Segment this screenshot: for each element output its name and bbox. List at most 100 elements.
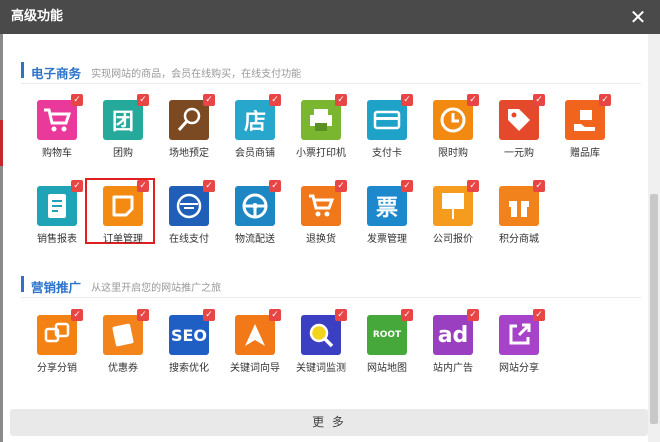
checkmark-icon[interactable]: ✓ [269, 180, 281, 192]
feature-item[interactable]: ✓ 小票打印机 [285, 94, 351, 159]
feature-label: 物流配送 [235, 234, 275, 245]
wheel-icon [235, 186, 275, 226]
checkmark-icon[interactable]: ✓ [401, 309, 413, 321]
feature-label: 购物车 [42, 148, 72, 159]
section-title: 营销推广 [31, 280, 82, 295]
feature-label: 支付卡 [372, 148, 402, 159]
checkmark-icon[interactable]: ✓ [71, 180, 83, 192]
printer-icon [301, 100, 341, 140]
checkmark-icon[interactable]: ✓ [467, 309, 479, 321]
checkmark-icon[interactable]: ✓ [203, 180, 215, 192]
feature-item[interactable]: ad ✓ 站内广告 [417, 309, 483, 374]
feature-label: 网站地图 [367, 363, 407, 374]
shop-icon: 店 [235, 100, 275, 140]
sitemap-icon: ROOT [367, 315, 407, 355]
checkmark-icon[interactable]: ✓ [137, 309, 149, 321]
feature-label: 分享分销 [37, 363, 77, 374]
feature-item[interactable]: ✓ 物流配送 [219, 180, 285, 245]
checkmark-icon[interactable]: ✓ [269, 309, 281, 321]
feature-item[interactable]: ✓ 购物车 [21, 94, 87, 159]
feature-item[interactable]: ✓ 支付卡 [351, 94, 417, 159]
checkmark-icon[interactable]: ✓ [335, 94, 347, 106]
feature-label: 赠品库 [570, 148, 600, 159]
feature-label: 优惠券 [108, 363, 138, 374]
feature-item[interactable]: ✓ 分享分销 [21, 309, 87, 374]
share-dist-icon [37, 315, 77, 355]
feature-label: 销售报表 [37, 234, 77, 245]
section-title: 电子商务 [31, 66, 82, 81]
feature-item[interactable]: ✓ 积分商城 [483, 180, 549, 245]
feature-label: 限时购 [438, 148, 468, 159]
checkmark-icon[interactable]: ✓ [335, 309, 347, 321]
feature-item[interactable]: ✓ 关键词向导 [219, 309, 285, 374]
feature-item[interactable]: ✓ 退换货 [285, 180, 351, 245]
share-icon [499, 315, 539, 355]
checkmark-icon[interactable]: ✓ [401, 94, 413, 106]
feature-item[interactable]: ✓ 赠品库 [549, 94, 615, 159]
feature-item[interactable]: 店 ✓ 会员商铺 [219, 94, 285, 159]
checkmark-icon[interactable]: ✓ [467, 94, 479, 106]
feature-label: 关键词监测 [296, 363, 346, 374]
checkmark-icon[interactable]: ✓ [203, 309, 215, 321]
checkmark-icon[interactable]: ✓ [533, 180, 545, 192]
arrow-nav-icon [235, 315, 275, 355]
dialog-content: 电子商务 实现网站的商品，会员在线购买，在线支付功能 营销推广 从这里开启您的网… [3, 34, 648, 442]
tag-icon [499, 100, 539, 140]
card-icon [367, 100, 407, 140]
quote-icon [433, 186, 473, 226]
feature-item[interactable]: ✓ 关键词监测 [285, 309, 351, 374]
feature-item[interactable]: ROOT ✓ 网站地图 [351, 309, 417, 374]
checkmark-icon[interactable]: ✓ [269, 94, 281, 106]
feature-item[interactable]: 团 ✓ 团购 [87, 94, 153, 159]
scroll-thumb[interactable] [650, 194, 658, 424]
clock-icon [433, 100, 473, 140]
checkmark-icon[interactable]: ✓ [467, 180, 479, 192]
scroll-up-arrow[interactable] [648, 34, 660, 50]
feature-item[interactable]: ✓ 网站分享 [483, 309, 549, 374]
gift-hand-icon [565, 100, 605, 140]
feature-item[interactable]: ✓ 订单管理 [85, 178, 155, 245]
report-icon [37, 186, 77, 226]
feature-item[interactable]: ✓ 优惠券 [87, 309, 153, 374]
more-button[interactable]: 更 多 [10, 409, 648, 436]
feature-label: 团购 [113, 148, 133, 159]
magnifier-icon [301, 315, 341, 355]
venue-icon [169, 100, 209, 140]
feature-item[interactable]: SEO ✓ 搜索优化 [153, 309, 219, 374]
feature-item[interactable]: ✓ 公司报价 [417, 180, 483, 245]
dialog-titlebar: 高级功能 ✕ [0, 0, 660, 34]
feature-item[interactable]: ✓ 限时购 [417, 94, 483, 159]
checkmark-icon[interactable]: ✓ [71, 309, 83, 321]
feature-label: 一元购 [504, 148, 534, 159]
checkmark-icon[interactable]: ✓ [533, 94, 545, 106]
invoice-icon: 票 [367, 186, 407, 226]
feature-label: 退换货 [306, 234, 336, 245]
checkmark-icon[interactable]: ✓ [533, 309, 545, 321]
return-cart-icon [301, 186, 341, 226]
feature-item[interactable]: 票 ✓ 发票管理 [351, 180, 417, 245]
checkmark-icon[interactable]: ✓ [71, 94, 83, 106]
checkmark-icon[interactable]: ✓ [335, 180, 347, 192]
feature-label: 场地预定 [169, 148, 209, 159]
feature-label: 公司报价 [433, 234, 473, 245]
feature-label: 搜索优化 [169, 363, 209, 374]
checkmark-icon[interactable]: ✓ [599, 94, 611, 106]
order-icon [103, 186, 143, 226]
checkmark-icon[interactable]: ✓ [137, 180, 149, 192]
checkmark-icon[interactable]: ✓ [137, 94, 149, 106]
ad-icon: ad [433, 315, 473, 355]
feature-label: 发票管理 [367, 234, 407, 245]
checkmark-icon[interactable]: ✓ [203, 94, 215, 106]
feature-label: 在线支付 [169, 234, 209, 245]
seo-icon: SEO [169, 315, 209, 355]
checkmark-icon[interactable]: ✓ [401, 180, 413, 192]
group-buy-icon: 团 [103, 100, 143, 140]
feature-item[interactable]: ✓ 一元购 [483, 94, 549, 159]
coupon-icon [103, 315, 143, 355]
feature-item[interactable]: ✓ 场地预定 [153, 94, 219, 159]
close-icon[interactable]: ✕ [628, 7, 648, 27]
scrollbar[interactable] [648, 34, 660, 442]
feature-item[interactable]: ✓ 在线支付 [153, 180, 219, 245]
cart-icon [37, 100, 77, 140]
feature-item[interactable]: ✓ 销售报表 [21, 180, 87, 245]
